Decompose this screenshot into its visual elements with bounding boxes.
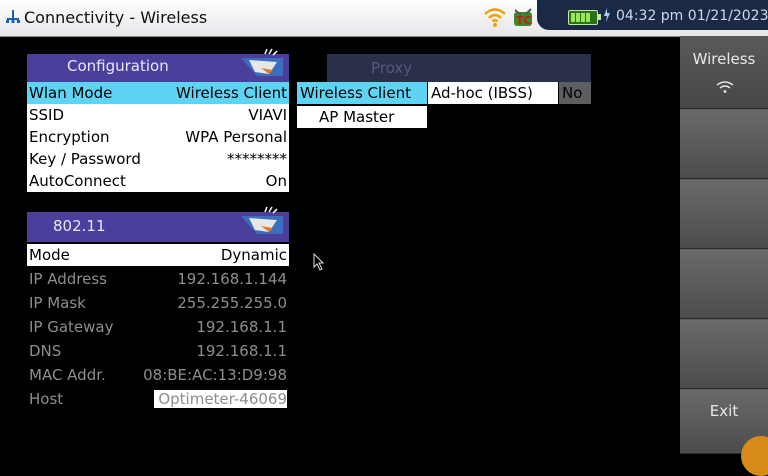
row-label: Host — [29, 390, 64, 408]
ieee-row-ip-address: IP Address 192.168.1.144 — [27, 268, 289, 290]
row-label: MAC Addr. — [29, 366, 106, 384]
exit-label: Exit — [709, 402, 739, 420]
configuration-title: Configuration — [67, 57, 169, 75]
row-value: Optimeter-46069 — [154, 390, 287, 408]
wifi-icon[interactable] — [483, 6, 507, 28]
ieee-row-mac-addr: MAC Addr. 08:BE:AC:13:D9:98 — [27, 364, 289, 386]
row-label: Mode — [29, 246, 70, 264]
configuration-header[interactable]: Configuration — [27, 48, 289, 82]
proxy-header: Proxy — [327, 54, 591, 82]
network-tree-icon — [6, 10, 20, 23]
dropdown-option-ap-master[interactable]: AP Master — [297, 106, 427, 128]
row-label: IP Mask — [29, 294, 86, 312]
wifi-icon — [716, 81, 734, 93]
ieee-row-host: Host Optimeter-46069 — [27, 388, 289, 410]
plug-icon — [604, 8, 610, 22]
sidebar-button-5[interactable] — [680, 320, 768, 389]
config-row-wlan-mode[interactable]: Wlan Mode Wireless Client — [27, 82, 289, 104]
ieee-row-mode[interactable]: Mode Dynamic — [27, 244, 289, 266]
config-row-encryption[interactable]: Encryption WPA Personal — [27, 126, 289, 148]
option-label: AP Master — [319, 108, 395, 126]
ieee80211-title: 802.11 — [53, 217, 106, 235]
row-label: Wlan Mode — [29, 84, 113, 102]
tc-status-icon[interactable]: TC — [511, 6, 537, 30]
row-value: 192.168.1.1 — [196, 342, 287, 360]
title-bar: Connectivity - Wireless TC 04:32 pm 01/2… — [0, 0, 768, 37]
row-value: 08:BE:AC:13:D9:98 — [143, 366, 287, 384]
corner-indicator — [741, 436, 768, 476]
proxy-title: Proxy — [371, 59, 413, 77]
dropdown-option-ad-hoc[interactable]: Ad-hoc (IBSS) — [428, 82, 558, 104]
row-value: 192.168.1.144 — [177, 270, 287, 288]
config-row-autoconnect[interactable]: AutoConnect On — [27, 170, 289, 192]
row-label: IP Gateway — [29, 318, 114, 336]
antenna-icon — [241, 48, 283, 76]
row-label: Encryption — [29, 128, 110, 146]
mouse-cursor-icon — [313, 253, 325, 271]
window-title: Connectivity - Wireless — [24, 8, 208, 27]
ieee-row-ip-gateway: IP Gateway 192.168.1.1 — [27, 316, 289, 338]
datetime: 04:32 pm 01/21/2023 — [616, 8, 768, 24]
right-sidebar: Wireless Exit — [680, 36, 768, 454]
ieee80211-header[interactable]: 802.11 — [27, 206, 289, 242]
clock-date: 01/21/2023 — [687, 8, 768, 24]
antenna-icon — [241, 206, 283, 234]
sidebar-button-3[interactable] — [680, 180, 768, 249]
row-value: 192.168.1.1 — [196, 318, 287, 336]
battery-icon — [568, 10, 601, 25]
sidebar-button-4[interactable] — [680, 250, 768, 319]
row-value: ******** — [227, 150, 287, 168]
wireless-label: Wireless — [692, 50, 756, 68]
clock-time: 04:32 pm — [616, 8, 684, 24]
option-label: Ad-hoc (IBSS) — [431, 84, 533, 102]
svg-text:TC: TC — [516, 14, 532, 27]
row-label: Key / Password — [29, 150, 141, 168]
option-label: No — [562, 84, 583, 102]
row-value: Dynamic — [220, 246, 287, 264]
row-label: SSID — [29, 106, 65, 124]
config-row-password[interactable]: Key / Password ******** — [27, 148, 289, 170]
row-value: VIAVI — [248, 106, 287, 124]
wireless-button[interactable]: Wireless — [680, 36, 768, 109]
row-label: IP Address — [29, 270, 107, 288]
row-value: On — [265, 172, 287, 190]
config-row-ssid[interactable]: SSID VIAVI — [27, 104, 289, 126]
option-label: Wireless Client — [300, 84, 411, 102]
row-label: AutoConnect — [29, 172, 126, 190]
proxy-no-value[interactable]: No — [559, 82, 591, 104]
sidebar-button-2[interactable] — [680, 110, 768, 179]
row-value: 255.255.255.0 — [177, 294, 287, 312]
ieee-row-ip-mask: IP Mask 255.255.255.0 — [27, 292, 289, 314]
ieee-row-dns: DNS 192.168.1.1 — [27, 340, 289, 362]
dropdown-option-wireless-client[interactable]: Wireless Client — [297, 82, 427, 104]
row-value: Wireless Client — [176, 84, 287, 102]
row-label: DNS — [29, 342, 62, 360]
row-value: WPA Personal — [185, 128, 287, 146]
